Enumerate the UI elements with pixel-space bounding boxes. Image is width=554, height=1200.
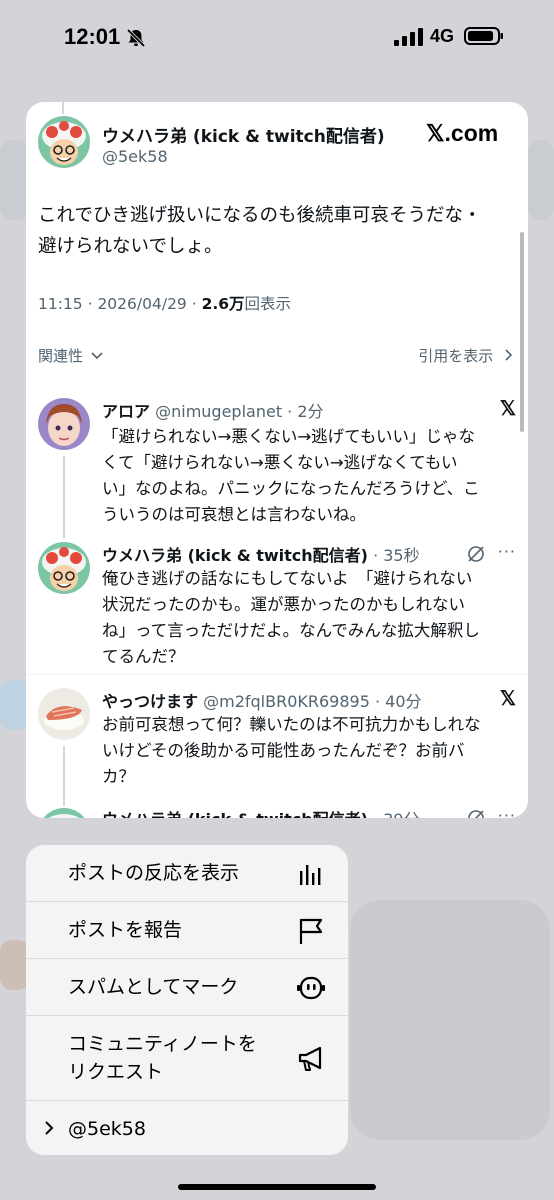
- post-text-line: 避けられないでしょ。: [38, 236, 223, 257]
- reply-header: アロア @nimugeplanet · 2分: [102, 398, 324, 422]
- menu-item-label: @5ek58: [68, 1118, 146, 1140]
- avatar[interactable]: [38, 688, 90, 740]
- toad-avatar-icon: [38, 116, 90, 168]
- reply-text-line: 状況だったのかも。運が悪かったのかもしれない: [102, 595, 465, 614]
- post-meta: 11:15 · 2026/04/29 · 2.6万回表示: [38, 292, 291, 314]
- reply-header: ウメハラ弟 (kick & twitch配信者) · 39分: [102, 806, 420, 818]
- signal-icon: [394, 28, 423, 46]
- menu-item-label-line: リクエスト: [68, 1061, 164, 1083]
- more-options-icon[interactable]: ···: [498, 806, 516, 818]
- thread-line: [63, 456, 65, 538]
- reply-author-name[interactable]: ウメハラ弟 (kick & twitch配信者): [102, 810, 368, 818]
- reply-text-line: ね」って言っただけだよ。なんでみんな拡大解釈し: [102, 621, 480, 640]
- sushi-avatar-icon: [38, 688, 90, 740]
- menu-item-label: ポストを報告: [68, 919, 183, 941]
- view-quotes-link[interactable]: 引用を表示: [418, 345, 514, 366]
- view-label: 回表示: [244, 295, 292, 313]
- anime-girl-avatar-icon: [38, 398, 90, 450]
- reply-text-line: い」なのよね。パニックになったんだろうけど、こ: [102, 479, 480, 498]
- reply-handle[interactable]: @nimugeplanet · 2分: [155, 402, 323, 421]
- home-indicator[interactable]: [178, 1184, 376, 1190]
- quotes-label: 引用を表示: [418, 347, 494, 365]
- reply-author-name[interactable]: やっつけます: [102, 692, 198, 711]
- avatar[interactable]: [38, 398, 90, 450]
- author-name[interactable]: ウメハラ弟 (kick & twitch配信者): [102, 122, 385, 147]
- divider: [26, 674, 528, 675]
- reply-text-line: くて「避けられない→悪くない→逃げなくてもい: [102, 453, 458, 472]
- flag-icon: [299, 918, 323, 944]
- reply-text-line: 俺ひき逃げの話なにもしてないよ 「避けられない: [102, 569, 473, 588]
- bar-chart-icon: [300, 865, 321, 885]
- reply-text: お前可哀想って何？轢いたのは不可抗力かもしれな いけどその後助かる可能性あったん…: [102, 712, 512, 790]
- menu-item-label: ポストの反応を表示: [68, 862, 240, 884]
- avatar[interactable]: [38, 808, 90, 818]
- reply-text-line: カ？: [102, 767, 135, 786]
- reply-author-name[interactable]: アロア: [102, 402, 150, 421]
- reply-author-name[interactable]: ウメハラ弟 (kick & twitch配信者): [102, 546, 368, 565]
- menu-item-view-reactions[interactable]: ポストの反応を表示: [26, 845, 348, 901]
- background-panel: [528, 140, 554, 220]
- post-timestamp: 11:15 · 2026/04/29 ·: [38, 295, 202, 313]
- thread-line: [62, 102, 64, 114]
- reply-handle[interactable]: @m2fqlBR0KR69895 · 40分: [203, 692, 421, 711]
- reply-text: 「避けられない→悪くない→逃げてもいい」じゃな くて「避けられない→悪くない→逃…: [102, 424, 512, 528]
- megaphone-icon: [298, 1046, 322, 1071]
- reply-text-line: てるんだ？: [102, 647, 185, 666]
- status-time: 12:01: [64, 24, 121, 49]
- author-handle[interactable]: @5ek58: [102, 147, 168, 166]
- grok-icon[interactable]: [466, 544, 486, 564]
- reply-handle[interactable]: · 39分: [368, 810, 420, 818]
- reply-text: 俺ひき逃げの話なにもしてないよ 「避けられない 状況だったのかも。運が悪かったの…: [102, 566, 512, 670]
- menu-item-report-post[interactable]: ポストを報告: [26, 902, 348, 958]
- sort-relevance-button[interactable]: 関連性: [38, 345, 103, 366]
- reply-header: やっつけます @m2fqlBR0KR69895 · 40分: [102, 688, 422, 712]
- robot-icon: [297, 976, 325, 1000]
- bell-muted-icon: [126, 28, 146, 48]
- x-icon[interactable]: 𝕏: [500, 686, 516, 711]
- avatar[interactable]: [38, 116, 90, 168]
- chevron-right-icon: [505, 349, 513, 361]
- post-preview-card[interactable]: ウメハラ弟 (kick & twitch配信者) @5ek58 𝕏.com これ…: [26, 102, 528, 818]
- battery-icon: [464, 27, 503, 45]
- toad-avatar-icon: [38, 808, 90, 818]
- toad-avatar-icon: [38, 542, 90, 594]
- status-bar: 12:01 4G: [0, 0, 554, 76]
- reply-text-line: ういうのは可哀想とは言わないね。: [102, 505, 366, 524]
- reply-text-line: お前可哀想って何？轢いたのは不可抗力かもしれな: [102, 715, 481, 734]
- x-com-logo[interactable]: 𝕏.com: [426, 120, 498, 147]
- reply-header: ウメハラ弟 (kick & twitch配信者) · 35秒: [102, 542, 420, 566]
- background-panel: [350, 900, 550, 1140]
- menu-item-mark-spam[interactable]: スパムとしてマーク: [26, 959, 348, 1015]
- thread-line: [63, 746, 65, 806]
- menu-item-label: スパムとしてマーク: [68, 976, 239, 998]
- network-type: 4G: [430, 26, 455, 46]
- menu-item-request-community-note[interactable]: コミュニティノートを リクエスト: [26, 1016, 348, 1100]
- reply-handle[interactable]: · 35秒: [368, 546, 420, 565]
- menu-item-label-line: コミュニティノートを: [68, 1033, 257, 1055]
- grok-icon[interactable]: [466, 808, 486, 818]
- post-text: これでひき逃げ扱いになるのも後続車可哀そうだな・ 避けられないでしょ。: [38, 200, 518, 262]
- context-menu: ポストの反応を表示 ポストを報告 スパムとしてマーク コミュニティノートを リク…: [26, 845, 348, 1155]
- sort-label: 関連性: [38, 347, 84, 365]
- reply-text-line: いけどその後助かる可能性あったんだぞ？お前バ: [102, 741, 465, 760]
- avatar[interactable]: [38, 542, 90, 594]
- menu-item-label: コミュニティノートを リクエスト: [68, 1030, 257, 1086]
- post-text-line: これでひき逃げ扱いになるのも後続車可哀そうだな・: [38, 205, 482, 226]
- chevron-down-icon: [91, 352, 103, 360]
- scrollbar[interactable]: [520, 232, 524, 432]
- more-options-icon[interactable]: ···: [498, 542, 516, 561]
- x-icon[interactable]: 𝕏: [500, 396, 516, 421]
- reply-text-line: 「避けられない→悪くない→逃げてもいい」じゃな: [102, 427, 475, 446]
- chevron-right-icon: [45, 1121, 54, 1135]
- view-count: 2.6万: [201, 295, 245, 313]
- menu-item-account[interactable]: @5ek58: [26, 1101, 348, 1155]
